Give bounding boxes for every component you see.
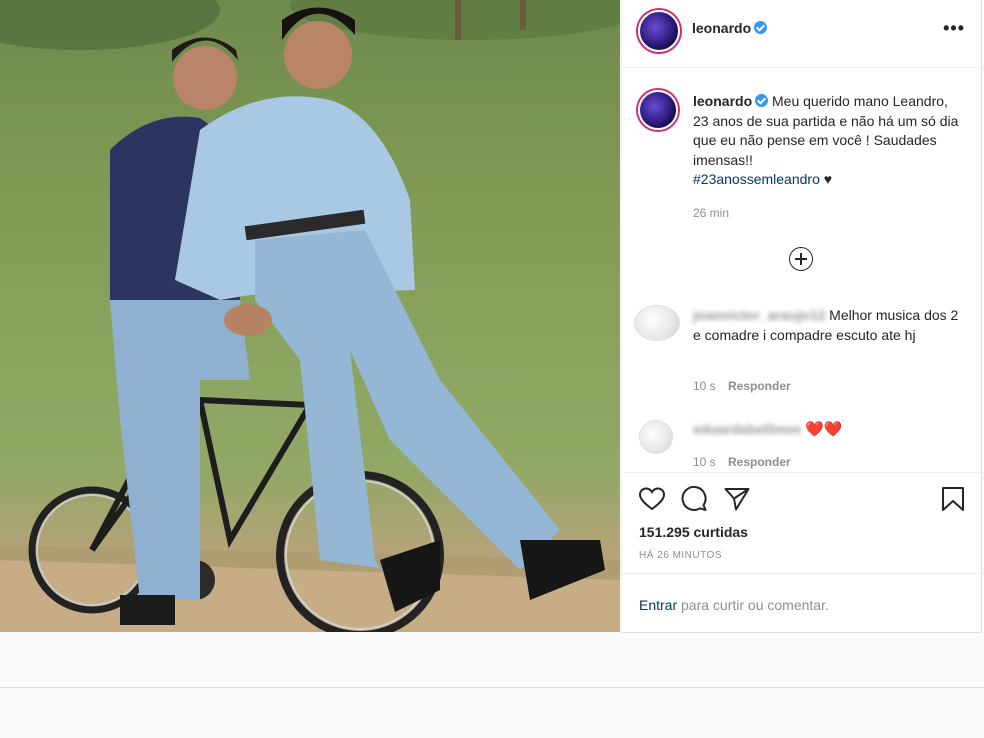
reply-button[interactable]: Responder: [728, 379, 791, 393]
login-prompt-rest: para curtir ou comentar.: [677, 597, 829, 613]
photo-illustration: [0, 0, 620, 632]
reply-button[interactable]: Responder: [728, 455, 791, 469]
comment-avatar[interactable]: [639, 420, 673, 454]
comment-avatar[interactable]: [634, 305, 680, 341]
comment-username[interactable]: eduardabellinon: [693, 420, 801, 440]
plus-circle-icon[interactable]: [789, 247, 813, 271]
login-link[interactable]: Entrar: [639, 597, 677, 613]
login-prompt-text: Entrar para curtir ou comentar.: [639, 597, 829, 613]
comment-username[interactable]: joaovictor_araujo12: [693, 306, 825, 326]
comment-item: joaovictor_araujo12 Melhor musica dos 2 …: [693, 306, 963, 345]
caption-timestamp[interactable]: 26 min: [693, 206, 729, 220]
author-username-header[interactable]: leonardo: [692, 20, 768, 36]
post-header: leonardo •••: [622, 0, 981, 68]
comment-text: ❤️❤️: [805, 421, 843, 438]
author-username[interactable]: leonardo: [692, 20, 751, 36]
page-divider: [0, 687, 984, 688]
like-count[interactable]: 151.295 curtidas: [639, 524, 748, 540]
caption-author-avatar[interactable]: [638, 90, 678, 130]
comment-icon[interactable]: [681, 486, 707, 512]
hashtag-link[interactable]: #23anossemleandro: [693, 171, 820, 187]
post-age[interactable]: HÁ 26 MINUTOS: [639, 550, 722, 561]
post-caption: leonardo Meu querido mano Leandro, 23 an…: [693, 92, 963, 190]
login-prompt: Entrar para curtir ou comentar.: [622, 573, 981, 633]
panel-bottom-border: [621, 632, 981, 633]
heart-glyph: ♥: [823, 171, 833, 187]
verified-badge-icon: [754, 21, 768, 34]
share-icon[interactable]: [724, 487, 750, 511]
caption-username[interactable]: leonardo: [693, 93, 752, 109]
comment-item: eduardabellinon ❤️❤️: [693, 420, 963, 440]
comment-timestamp[interactable]: 10 s: [693, 379, 716, 393]
heart-icon[interactable]: [639, 487, 665, 511]
more-options-icon[interactable]: •••: [943, 18, 965, 39]
author-avatar[interactable]: [638, 10, 680, 52]
comment-timestamp[interactable]: 10 s: [693, 455, 716, 469]
post-photo[interactable]: [0, 0, 620, 632]
post-side-panel: leonardo ••• leonardo Meu querido mano L…: [621, 0, 982, 633]
post-actions: 151.295 curtidas HÁ 26 MINUTOS: [622, 472, 981, 573]
bookmark-icon[interactable]: [941, 486, 965, 512]
verified-badge-icon: [755, 94, 769, 107]
